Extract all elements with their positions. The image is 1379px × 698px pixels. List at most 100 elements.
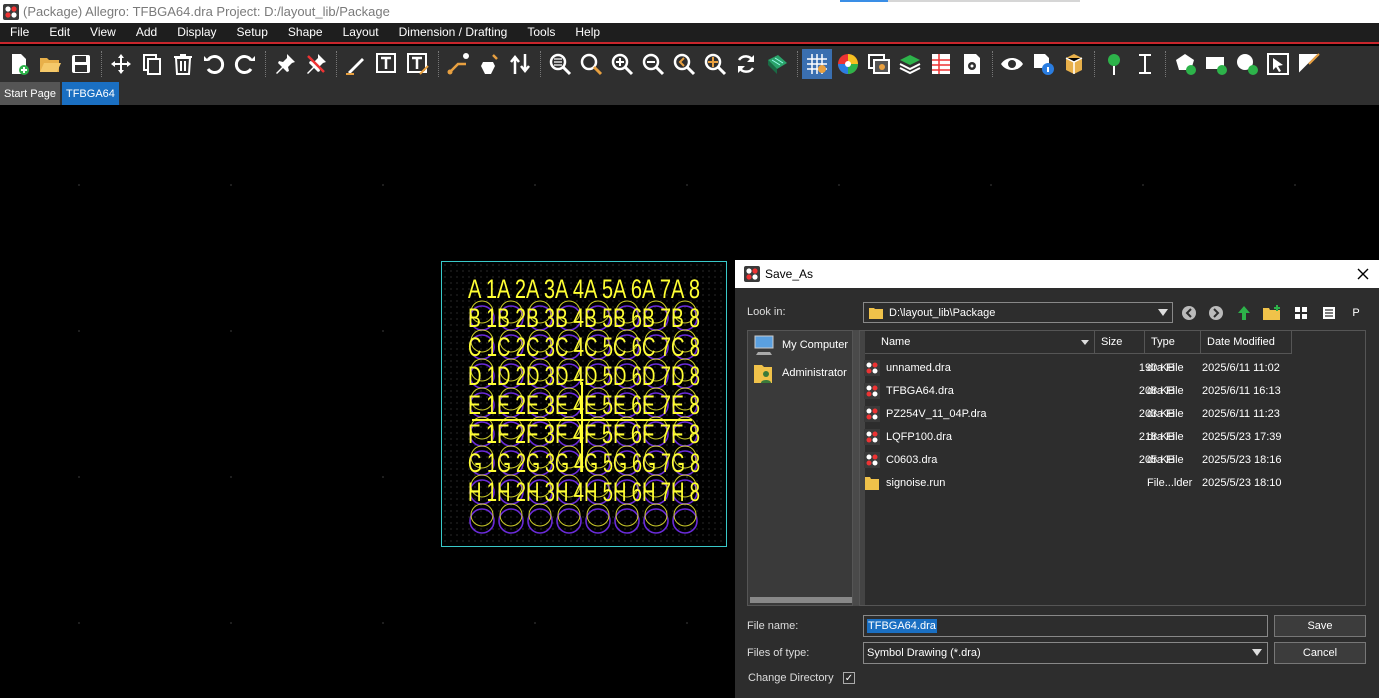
- slide-button[interactable]: [474, 49, 504, 79]
- add-rect-button[interactable]: [1201, 49, 1231, 79]
- column-header-name[interactable]: Name: [865, 331, 1095, 354]
- menu-view[interactable]: View: [80, 23, 126, 42]
- dialog-titlebar: Save_As: [735, 260, 1379, 288]
- open-button[interactable]: [35, 49, 65, 79]
- merge-shape-button[interactable]: [1294, 49, 1324, 79]
- menu-help[interactable]: Help: [565, 23, 610, 42]
- menu-shape[interactable]: Shape: [278, 23, 333, 42]
- sidebar-scrollbar[interactable]: [750, 597, 852, 603]
- column-header-date[interactable]: Date Modified: [1201, 331, 1292, 354]
- place-administrator[interactable]: Administrator: [752, 362, 847, 384]
- column-header-size[interactable]: Size: [1095, 331, 1145, 354]
- up-folder-button[interactable]: [1233, 302, 1255, 324]
- add-shape-button[interactable]: [1170, 49, 1200, 79]
- file-type: dra File: [1147, 454, 1184, 466]
- menu-file[interactable]: File: [0, 23, 39, 42]
- spreadsheet-button[interactable]: [926, 49, 956, 79]
- color-button[interactable]: [833, 49, 863, 79]
- bga-pad[interactable]: [643, 508, 669, 534]
- look-in-combo[interactable]: D:\layout_lib\Package: [863, 302, 1173, 323]
- file-row[interactable]: PZ254V_11_04P.dra 203 KB dra File 2025/6…: [860, 403, 1365, 426]
- add-text-button[interactable]: [372, 49, 402, 79]
- layers-button[interactable]: [895, 49, 925, 79]
- swap-button[interactable]: [505, 49, 535, 79]
- new-folder-button[interactable]: [1261, 302, 1283, 324]
- tab-tfbga64[interactable]: TFBGA64: [61, 82, 119, 105]
- bga-pad[interactable]: [556, 508, 582, 534]
- menu-layout[interactable]: Layout: [333, 23, 389, 42]
- forward-arrow-icon: [1209, 306, 1223, 320]
- zoom-out-button[interactable]: [638, 49, 668, 79]
- measure-button[interactable]: [1059, 49, 1089, 79]
- bga-pad[interactable]: [672, 508, 698, 534]
- menu-edit[interactable]: Edit: [39, 23, 80, 42]
- window-title: (Package) Allegro: TFBGA64.dra Project: …: [23, 4, 390, 19]
- bga-pad[interactable]: [527, 508, 553, 534]
- menu-setup[interactable]: Setup: [227, 23, 278, 42]
- new-button[interactable]: [4, 49, 34, 79]
- menu-tools[interactable]: Tools: [517, 23, 565, 42]
- menu-add[interactable]: Add: [126, 23, 167, 42]
- bga-pad[interactable]: [585, 508, 611, 534]
- file-row[interactable]: C0603.dra 205 KB dra File 2025/5/23 18:1…: [860, 449, 1365, 472]
- bga-pad[interactable]: [614, 508, 640, 534]
- bga-pad[interactable]: [498, 508, 524, 534]
- grid-button[interactable]: [802, 49, 832, 79]
- file-date: 2025/5/23 17:39: [1202, 431, 1282, 443]
- undo-button[interactable]: [199, 49, 229, 79]
- package-drawing[interactable]: A 1A 2A 3A 4A 5A 6A 7A 8B 1B 2B 3B 4B 5B…: [441, 261, 727, 547]
- board-3d-button[interactable]: [762, 49, 792, 79]
- preview-button[interactable]: P: [1345, 302, 1367, 324]
- delete-button[interactable]: [168, 49, 198, 79]
- file-row[interactable]: signoise.run File...lder 2025/5/23 18:10: [860, 472, 1365, 495]
- dimension-button[interactable]: [1130, 49, 1160, 79]
- file-row[interactable]: LQFP100.dra 218 KB dra File 2025/5/23 17…: [860, 426, 1365, 449]
- visibility-button[interactable]: [997, 49, 1027, 79]
- file-name-input[interactable]: TFBGA64.dra: [863, 615, 1268, 637]
- menu-dimension-drafting[interactable]: Dimension / Drafting: [389, 23, 518, 42]
- cancel-dialog-button[interactable]: Cancel: [1274, 642, 1366, 664]
- save-dialog-button[interactable]: Save: [1274, 615, 1366, 637]
- change-directory-checkbox[interactable]: ✓: [843, 672, 855, 684]
- file-row[interactable]: unnamed.dra 190 KB dra File 2025/6/11 11…: [860, 357, 1365, 380]
- add-connect-button[interactable]: [443, 49, 473, 79]
- add-line-button[interactable]: [341, 49, 371, 79]
- icon-view-button[interactable]: [1290, 302, 1312, 324]
- pad-outline: [586, 503, 610, 527]
- tab-start-page[interactable]: Start Page: [0, 82, 60, 105]
- column-header-type[interactable]: Type: [1145, 331, 1201, 354]
- zoom-window-button[interactable]: [576, 49, 606, 79]
- list-view-icon: [1323, 307, 1335, 319]
- move-button[interactable]: [106, 49, 136, 79]
- forward-button[interactable]: [1205, 302, 1227, 324]
- shadow-button[interactable]: [864, 49, 894, 79]
- add-circle-button[interactable]: [1232, 49, 1262, 79]
- zoom-in-button[interactable]: [607, 49, 637, 79]
- zoom-previous-button[interactable]: [669, 49, 699, 79]
- file-date: 2025/5/23 18:16: [1202, 454, 1282, 466]
- add-pin-button[interactable]: [1099, 49, 1129, 79]
- preview-label: P: [1352, 307, 1360, 319]
- bga-pad[interactable]: [469, 508, 495, 534]
- zoom-center-button[interactable]: [700, 49, 730, 79]
- settings-button[interactable]: [957, 49, 987, 79]
- save-button[interactable]: [66, 49, 96, 79]
- zoom-center-icon: [704, 53, 727, 76]
- menu-display[interactable]: Display: [167, 23, 226, 42]
- info-button[interactable]: [1028, 49, 1058, 79]
- zoom-fit-button[interactable]: [545, 49, 575, 79]
- redraw-button[interactable]: [731, 49, 761, 79]
- dialog-close-button[interactable]: [1353, 264, 1373, 284]
- select-shape-button[interactable]: [1263, 49, 1293, 79]
- redo-button[interactable]: [230, 49, 260, 79]
- detail-view-button[interactable]: [1318, 302, 1340, 324]
- pin-button[interactable]: [270, 49, 300, 79]
- file-row[interactable]: TFBGA64.dra 208 KB dra File 2025/6/11 16…: [860, 380, 1365, 403]
- copy-button[interactable]: [137, 49, 167, 79]
- place-my-computer[interactable]: My Computer: [752, 334, 848, 356]
- back-button[interactable]: [1178, 302, 1200, 324]
- files-of-type-combo[interactable]: Symbol Drawing (*.dra): [863, 642, 1268, 664]
- unpin-button[interactable]: [301, 49, 331, 79]
- edit-text-button[interactable]: [403, 49, 433, 79]
- file-name-value: TFBGA64.dra: [867, 619, 937, 633]
